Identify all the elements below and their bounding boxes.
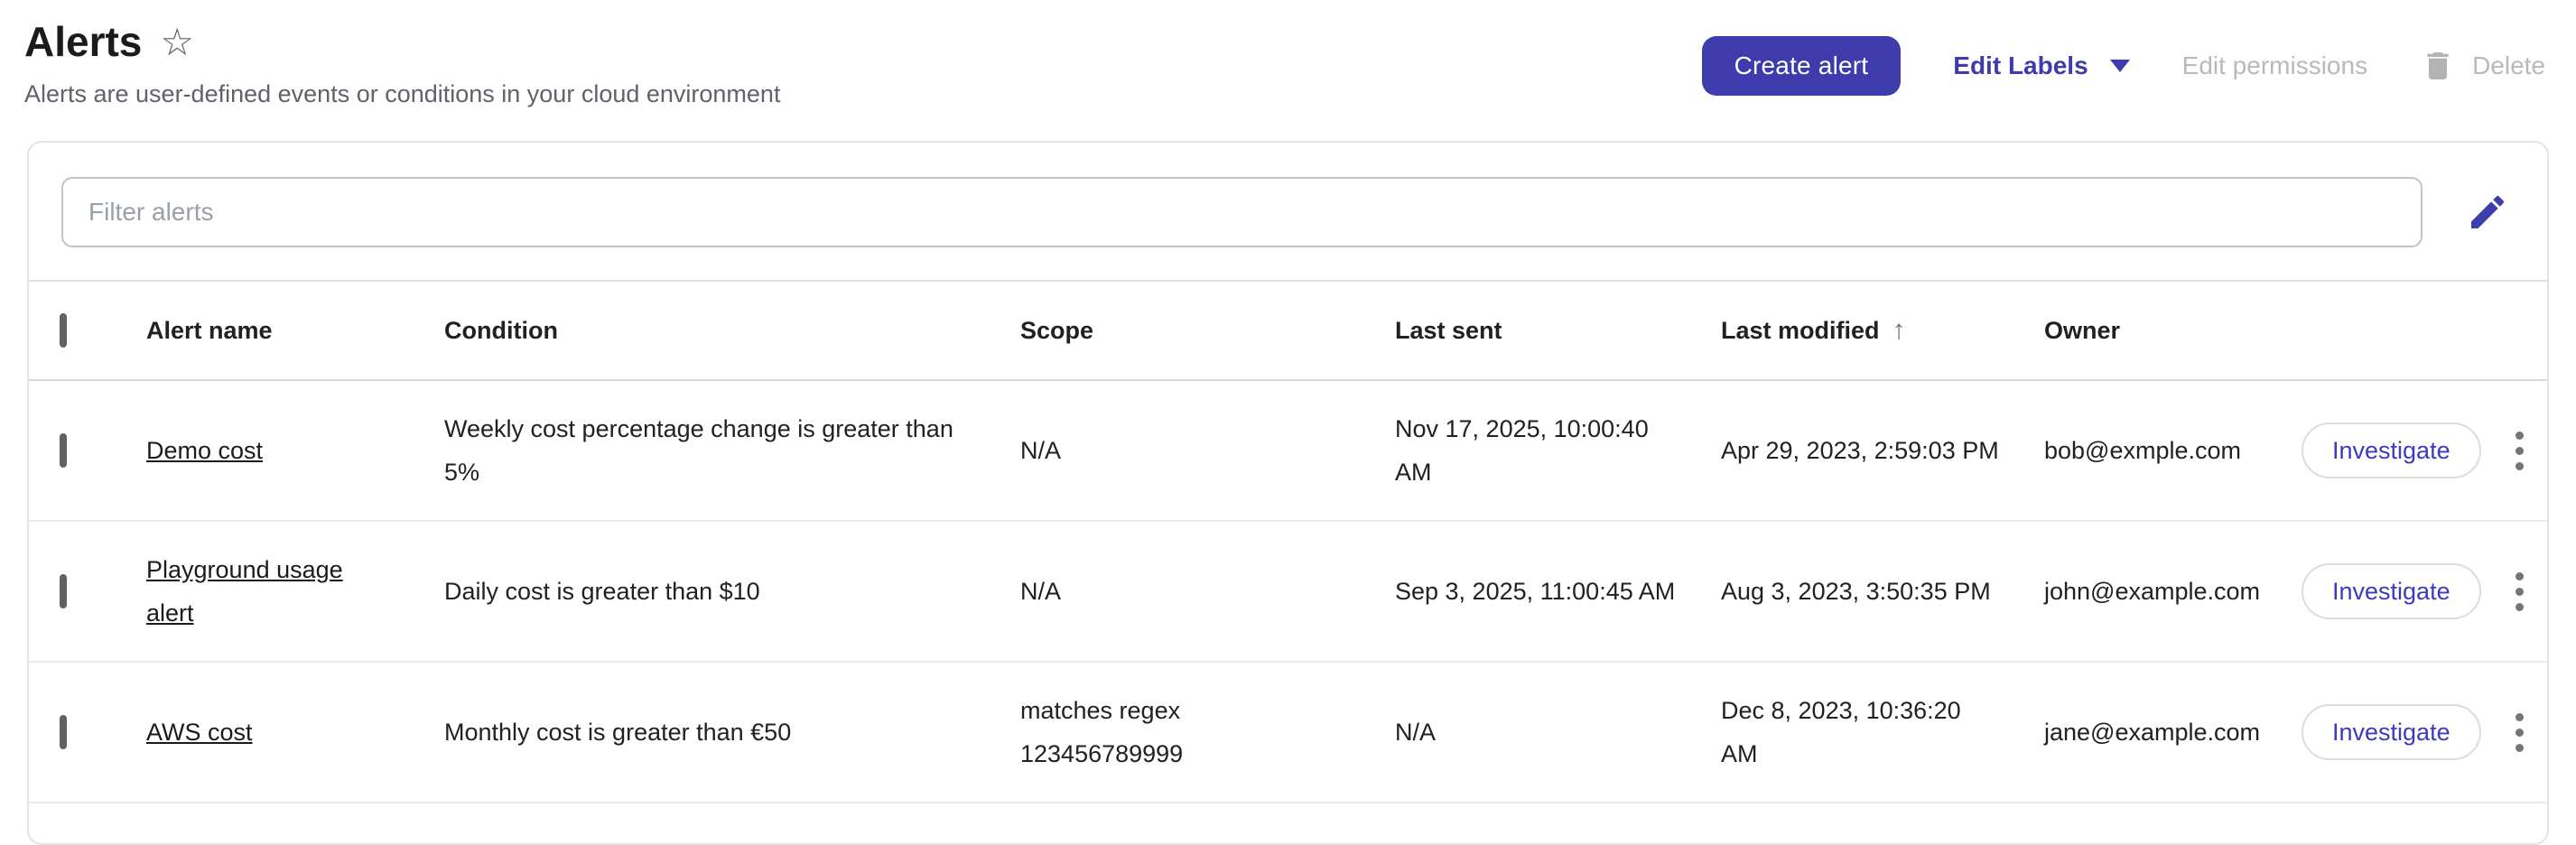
pencil-icon	[2466, 190, 2509, 234]
column-header-scope[interactable]: Scope	[1020, 309, 1395, 352]
column-header-last-sent[interactable]: Last sent	[1395, 309, 1721, 352]
trash-icon	[2420, 48, 2456, 84]
column-header-owner[interactable]: Owner	[2044, 309, 2302, 352]
row-checkbox[interactable]	[60, 433, 67, 468]
table-row: AWS cost Monthly cost is greater than €5…	[29, 663, 2547, 803]
favorite-star-icon[interactable]: ☆	[160, 23, 194, 61]
table-row: Demo cost Weekly cost percentage change …	[29, 381, 2547, 522]
filter-alerts-input[interactable]	[61, 177, 2423, 247]
alert-name-link[interactable]: Demo cost	[146, 429, 263, 472]
scope-cell: N/A	[1020, 429, 1061, 472]
alerts-card: Alert name Condition Scope Last sent Las…	[27, 141, 2549, 845]
edit-labels-label: Edit Labels	[1953, 51, 2088, 80]
sort-ascending-icon: ↑	[1892, 309, 1906, 352]
kebab-icon	[2516, 572, 2524, 580]
condition-cell: Monthly cost is greater than €50	[444, 710, 791, 754]
row-checkbox[interactable]	[60, 574, 67, 608]
investigate-button[interactable]: Investigate	[2302, 704, 2481, 760]
edit-permissions-label: Edit permissions	[2182, 51, 2367, 80]
owner-cell: bob@exmple.com	[2044, 429, 2241, 472]
edit-filter-button[interactable]	[2460, 185, 2515, 239]
table-row: Playground usage alert Daily cost is gre…	[29, 522, 2547, 663]
heading-block: Alerts ☆ Alerts are user-defined events …	[24, 18, 780, 108]
row-menu-button[interactable]	[2508, 563, 2531, 620]
last-modified-cell: Dec 8, 2023, 10:36:20 AM	[1721, 689, 2003, 775]
page-header: Alerts ☆ Alerts are user-defined events …	[0, 0, 2576, 108]
last-sent-cell: Sep 3, 2025, 11:00:45 AM	[1395, 570, 1675, 613]
alert-name-link[interactable]: Playground usage alert	[146, 548, 363, 635]
kebab-icon	[2516, 713, 2524, 721]
last-sent-cell: N/A	[1395, 710, 1436, 754]
filter-section	[29, 143, 2547, 282]
delete-button[interactable]: Delete	[2420, 48, 2545, 84]
last-sent-cell: Nov 17, 2025, 10:00:40 AM	[1395, 407, 1677, 494]
toolbar: Create alert Edit Labels Edit permission…	[1702, 36, 2545, 96]
row-checkbox[interactable]	[60, 715, 67, 749]
kebab-icon	[2516, 432, 2524, 440]
condition-cell: Weekly cost percentage change is greater…	[444, 407, 968, 494]
delete-label: Delete	[2472, 51, 2545, 80]
column-header-alert-name[interactable]: Alert name	[146, 309, 444, 352]
row-menu-button[interactable]	[2508, 704, 2531, 761]
column-header-condition[interactable]: Condition	[444, 309, 1020, 352]
edit-labels-button[interactable]: Edit Labels	[1953, 51, 2129, 80]
investigate-button[interactable]: Investigate	[2302, 563, 2481, 619]
select-all-checkbox[interactable]	[60, 313, 67, 348]
page-subtitle: Alerts are user-defined events or condit…	[24, 79, 780, 108]
scope-cell: matches regex 123456789999	[1020, 689, 1291, 775]
last-modified-cell: Apr 29, 2023, 2:59:03 PM	[1721, 429, 1999, 472]
investigate-button[interactable]: Investigate	[2302, 422, 2481, 478]
alert-name-link[interactable]: AWS cost	[146, 710, 253, 754]
select-all-cell	[60, 309, 146, 352]
page-title: Alerts	[24, 18, 142, 65]
table-header-row: Alert name Condition Scope Last sent Las…	[29, 282, 2547, 381]
scope-cell: N/A	[1020, 570, 1061, 613]
owner-cell: jane@example.com	[2044, 710, 2260, 754]
condition-cell: Daily cost is greater than $10	[444, 570, 760, 613]
row-menu-button[interactable]	[2508, 422, 2531, 479]
edit-permissions-button[interactable]: Edit permissions	[2182, 51, 2367, 80]
create-alert-button[interactable]: Create alert	[1702, 36, 1902, 96]
column-header-last-modified[interactable]: Last modified ↑	[1721, 309, 2044, 352]
chevron-down-icon	[2110, 60, 2130, 72]
last-modified-cell: Aug 3, 2023, 3:50:35 PM	[1721, 570, 1991, 613]
owner-cell: john@example.com	[2044, 570, 2260, 613]
